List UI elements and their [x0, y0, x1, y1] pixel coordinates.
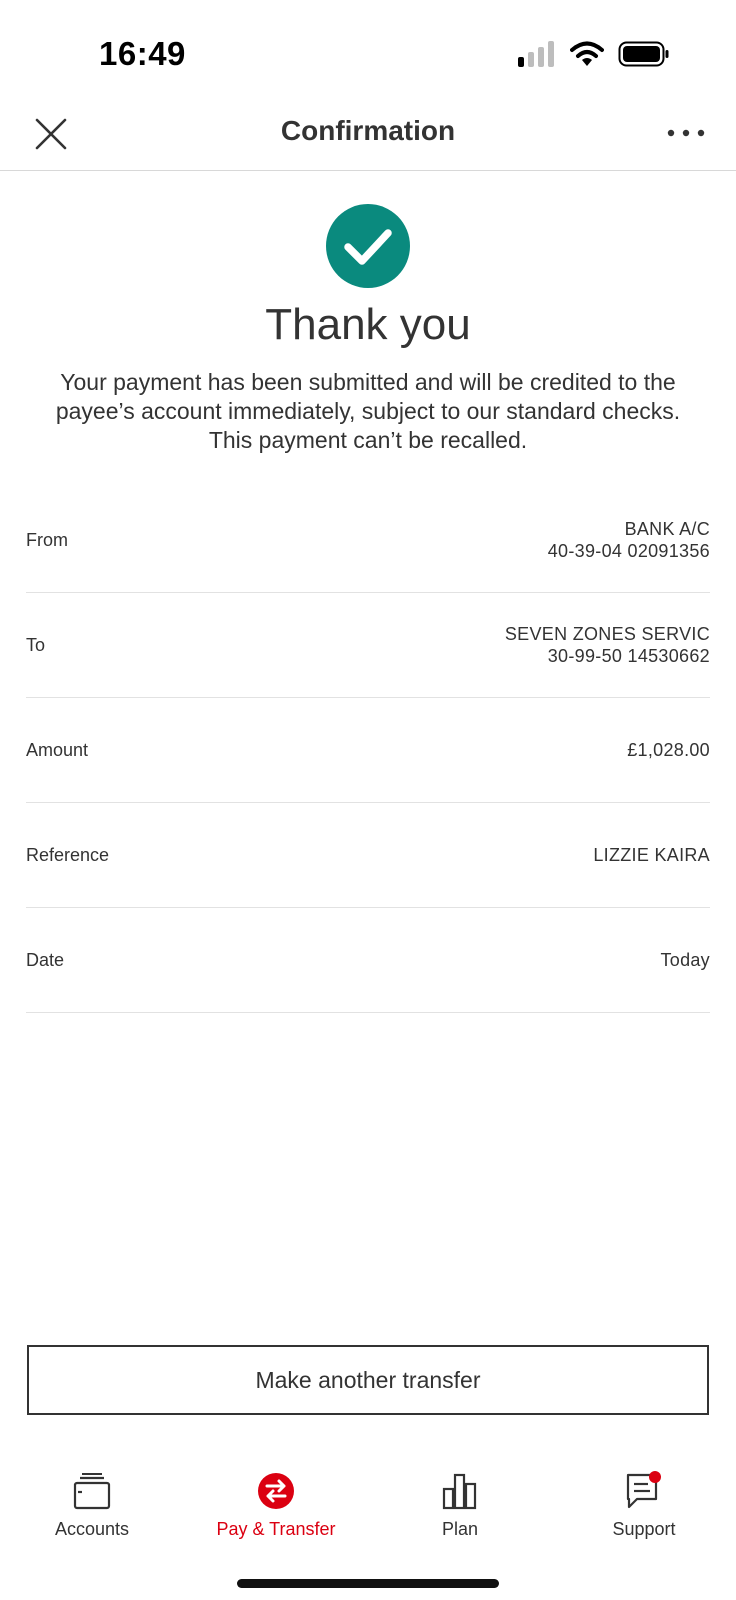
- bottom-tab-bar: Accounts Pay & Transfer Plan Support: [0, 1455, 736, 1555]
- detail-row-reference: Reference LIZZIE KAIRA: [26, 803, 710, 908]
- wallet-icon: [73, 1473, 111, 1510]
- amount-value: £1,028.00: [627, 740, 710, 760]
- page-title: Confirmation: [280, 115, 456, 146]
- date-value: Today: [660, 950, 710, 970]
- detail-value: BANK A/C 40-39-04 02091356: [548, 518, 710, 562]
- confirmation-message: Your payment has been submitted and will…: [55, 369, 681, 453]
- make-another-transfer-button[interactable]: Make another transfer: [27, 1345, 709, 1415]
- more-dots-icon: [667, 129, 705, 137]
- tab-pay-transfer[interactable]: Pay & Transfer: [184, 1455, 368, 1555]
- tab-label: Accounts: [54, 1519, 130, 1539]
- home-indicator: [237, 1579, 499, 1588]
- status-time: 16:49: [99, 35, 186, 72]
- detail-row-from: From BANK A/C 40-39-04 02091356: [26, 488, 710, 593]
- detail-label: From: [26, 529, 68, 550]
- from-account-name: BANK A/C: [624, 519, 710, 539]
- tab-label: Pay & Transfer: [216, 1519, 336, 1539]
- status-icons: [518, 38, 670, 70]
- payee-name: SEVEN ZONES SERVIC: [504, 624, 710, 644]
- notification-dot-icon: [649, 1471, 661, 1483]
- tab-label: Support: [612, 1519, 676, 1539]
- transfer-icon: [258, 1473, 294, 1509]
- detail-label: Amount: [26, 739, 89, 760]
- detail-label: To: [26, 634, 46, 655]
- wifi-icon: [570, 41, 604, 66]
- battery-icon: [618, 41, 669, 67]
- detail-label: Date: [26, 949, 65, 970]
- more-options-button[interactable]: [666, 121, 706, 145]
- cellular-signal-icon: [518, 41, 554, 67]
- success-check-icon: [326, 204, 410, 288]
- tab-support[interactable]: Support: [552, 1455, 736, 1555]
- chat-icon: [626, 1471, 661, 1509]
- from-account-number: 40-39-04 02091356: [547, 541, 710, 561]
- payment-details-list: From BANK A/C 40-39-04 02091356 To SEVEN…: [26, 488, 710, 1013]
- status-bar: 16:49: [0, 0, 736, 100]
- detail-row-amount: Amount £1,028.00: [26, 698, 710, 803]
- payee-account-number: 30-99-50 14530662: [547, 646, 710, 666]
- detail-row-date: Date Today: [26, 908, 710, 1013]
- detail-label: Reference: [26, 844, 110, 865]
- tab-label: Plan: [441, 1519, 479, 1539]
- tab-plan[interactable]: Plan: [368, 1455, 552, 1555]
- confirmation-screen: 16:49 Confirmation Thank you Your paymen…: [0, 0, 736, 1600]
- detail-value: SEVEN ZONES SERVIC 30-99-50 14530662: [505, 623, 710, 667]
- nav-header: Confirmation: [0, 95, 736, 171]
- bar-chart-icon: [442, 1473, 477, 1510]
- reference-value: LIZZIE KAIRA: [593, 845, 710, 865]
- detail-row-to: To SEVEN ZONES SERVIC 30-99-50 14530662: [26, 593, 710, 698]
- thank-you-heading: Thank you: [265, 300, 471, 349]
- tab-accounts[interactable]: Accounts: [0, 1455, 184, 1555]
